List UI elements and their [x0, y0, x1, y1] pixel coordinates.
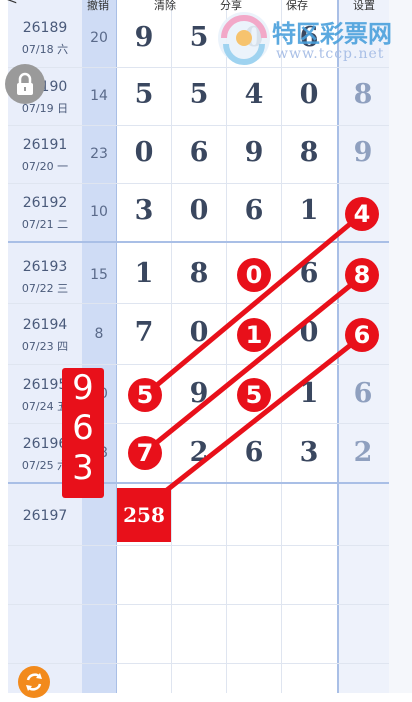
marked-ball[interactable]: 8	[345, 258, 379, 292]
refresh-icon	[26, 673, 42, 691]
marked-ball[interactable]: 7	[128, 436, 162, 470]
marked-ball[interactable]: 4	[345, 197, 379, 231]
side-digit: 9	[72, 368, 94, 408]
marked-ball[interactable]: 1	[237, 318, 271, 352]
marked-ball[interactable]: 0	[237, 258, 271, 292]
marked-ball[interactable]: 5	[128, 378, 162, 412]
side-number-box: 9 6 3	[62, 368, 104, 498]
marked-ball[interactable]: 5	[237, 378, 271, 412]
side-digit: 3	[72, 448, 94, 488]
refresh-button[interactable]	[18, 666, 50, 698]
result-box[interactable]: 258	[117, 488, 171, 542]
marked-ball[interactable]: 6	[345, 318, 379, 352]
side-digit: 6	[72, 408, 94, 448]
